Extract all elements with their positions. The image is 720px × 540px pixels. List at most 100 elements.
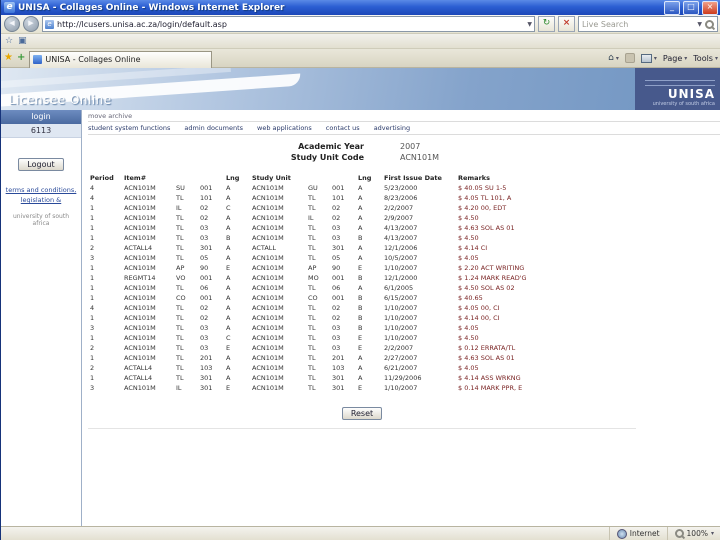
cell: CO [308, 294, 318, 302]
dropdown-caret-icon: ▾ [710, 530, 714, 537]
maximize-button[interactable]: □ [683, 0, 699, 15]
search-options-icon[interactable]: ▼ [697, 21, 702, 28]
search-box[interactable]: Live Search ▼ [578, 16, 718, 32]
cell: $ 4.14 CI [458, 244, 488, 252]
nav-link[interactable]: advertising [374, 124, 410, 132]
tools-menu[interactable]: Tools ▾ [693, 54, 718, 63]
cell: A [226, 294, 231, 302]
cell: 03 [332, 234, 341, 242]
sidebar-links[interactable]: terms and conditions, legislation & [1, 181, 81, 210]
cell: C [226, 334, 231, 342]
print-button[interactable]: ▾ [640, 53, 657, 63]
cell: C [226, 204, 231, 212]
cell: 5/23/2000 [384, 184, 418, 192]
cell: 101 [200, 194, 213, 202]
cell: B [358, 294, 363, 302]
cell: 1/10/2007 [384, 324, 418, 332]
logo-text: UNISA [667, 87, 715, 101]
nav-link[interactable]: admin documents [184, 124, 243, 132]
cell: ACN101M [252, 274, 284, 282]
cell: 90 [200, 264, 209, 272]
cell: ACN101M [124, 204, 156, 212]
sidebar-link[interactable]: legislation & [21, 196, 62, 204]
cell: TL [308, 324, 316, 332]
page-menu[interactable]: Page ▾ [663, 54, 687, 63]
cell: AP [308, 264, 317, 272]
cell: ACN101M [252, 194, 284, 202]
reset-button[interactable]: Reset [341, 407, 383, 420]
sidebar-link[interactable]: terms and conditions, [6, 186, 77, 194]
history-icon[interactable]: ▣ [18, 35, 27, 47]
cell: IL [308, 214, 314, 222]
cell: $ 40.65 [458, 294, 483, 302]
cell: A [358, 204, 363, 212]
cell: 301 [200, 384, 213, 392]
search-placeholder: Live Search [582, 19, 629, 29]
cell: 201 [332, 354, 345, 362]
site-title: Licensee Online [9, 93, 112, 107]
cell: 1 [90, 284, 95, 292]
browser-window: e UNISA - Collages Online - Windows Inte… [0, 0, 720, 540]
cell: ACN101M [124, 344, 156, 352]
tools-menu-label: Tools [693, 53, 713, 63]
cell: ACN101M [252, 284, 284, 292]
dropdown-caret-icon: ▾ [653, 54, 657, 62]
cell: 1/10/2007 [384, 314, 418, 322]
cell: ACN101M [252, 234, 284, 242]
cell: 03 [332, 324, 341, 332]
nav-link[interactable]: student system functions [88, 124, 170, 132]
cell: A [226, 284, 231, 292]
close-button[interactable]: × [702, 0, 718, 15]
cell: $ 0.14 MARK PPR, E [458, 384, 523, 392]
search-icon[interactable] [705, 19, 714, 29]
logout-button[interactable]: Logout [18, 158, 64, 171]
table-row: 1 REGMT14 VO 001 A ACN101M MO 001 B 12/1/2000 $ 1.… [88, 273, 636, 283]
cell: 2/2/2007 [384, 204, 414, 212]
table-row: 1 ACN101M TL 03 C ACN101M TL 03 E 1/10/2007 $ 4.50 [88, 333, 636, 343]
cell: TL [176, 364, 184, 372]
page-viewport: Licensee Online UNISA university of sout… [1, 68, 720, 526]
nav-link[interactable]: web applications [257, 124, 312, 132]
printer-icon [640, 53, 652, 63]
cell: A [358, 374, 363, 382]
cell: 03 [200, 234, 209, 242]
refresh-button[interactable]: ↻ [538, 16, 555, 32]
home-button[interactable]: ⌂ ▾ [608, 53, 619, 63]
feeds-icon[interactable] [624, 53, 635, 63]
cell: 1/10/2007 [384, 334, 418, 342]
favorites-star-icon[interactable]: ★ [4, 51, 13, 65]
cell: 1 [90, 314, 95, 322]
minimize-button[interactable]: _ [664, 0, 680, 15]
cell: IL [176, 204, 182, 212]
cell: 4/13/2007 [384, 234, 418, 242]
cell: ACN101M [252, 304, 284, 312]
cell: TL [308, 344, 316, 352]
address-dropdown-icon[interactable]: ▼ [527, 21, 532, 28]
cell: A [226, 314, 231, 322]
cell: A [226, 244, 231, 252]
cell: ACN101M [124, 234, 156, 242]
study-unit-value: ACN101M [400, 153, 440, 162]
favorites-icon[interactable]: ☆ [5, 35, 13, 47]
cell: 1 [90, 374, 95, 382]
breadcrumb[interactable]: move archive [88, 110, 720, 122]
address-bar[interactable]: e http://lcusers.unisa.ac.za/login/defau… [42, 16, 535, 32]
zoom-control[interactable]: 100% ▾ [666, 527, 720, 540]
stop-button[interactable]: × [558, 16, 575, 32]
add-favorite-icon[interactable]: + [17, 51, 25, 65]
column-header: Lng [358, 174, 372, 182]
cell: 201 [200, 354, 213, 362]
cell: $ 4.63 SOL AS 01 [458, 354, 515, 362]
forward-button[interactable]: ▶ [23, 16, 39, 32]
cell: A [226, 254, 231, 262]
nav-link[interactable]: contact us [326, 124, 360, 132]
back-button[interactable]: ◀ [4, 16, 20, 32]
cell: 6/21/2007 [384, 364, 418, 372]
cell: E [358, 334, 363, 342]
cell: 1 [90, 224, 95, 232]
cell: TL [308, 314, 316, 322]
cell: A [226, 324, 231, 332]
cell: A [226, 364, 231, 372]
browser-tab[interactable]: UNISA - Collages Online [29, 50, 213, 68]
cell: ACN101M [124, 324, 156, 332]
